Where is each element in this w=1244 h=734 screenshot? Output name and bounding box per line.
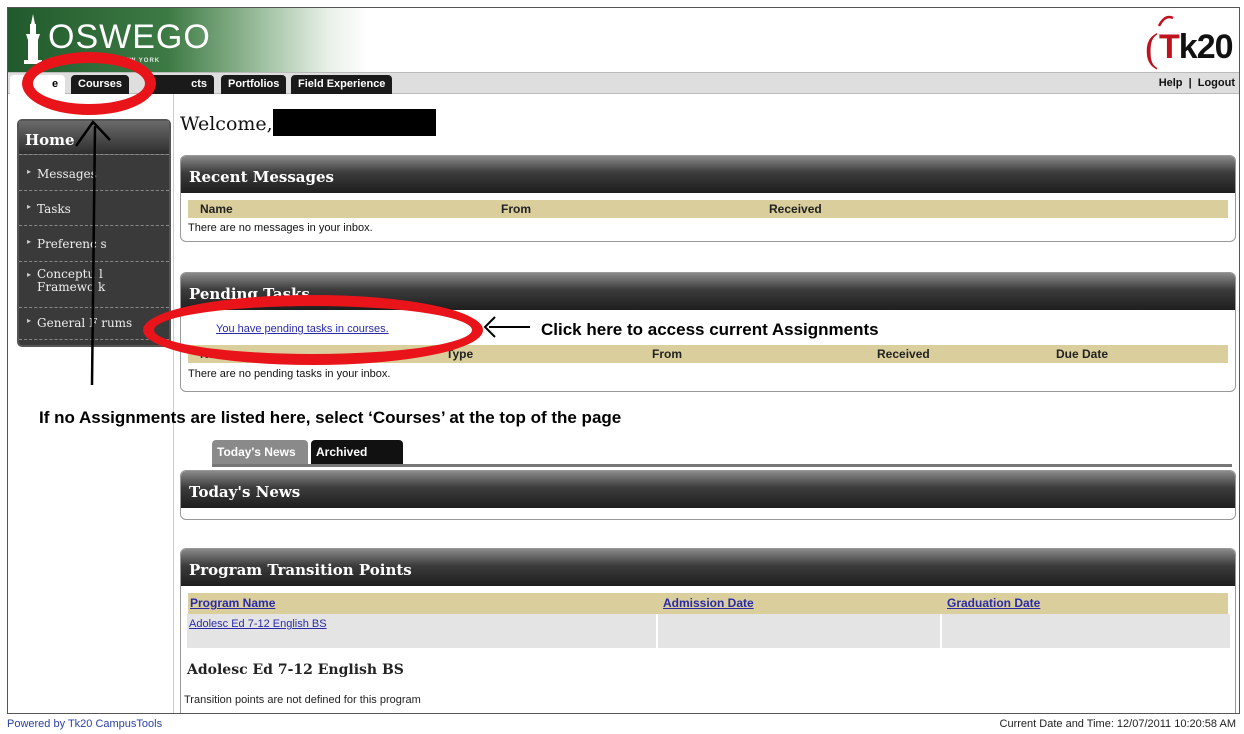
up-arrow-line xyxy=(90,125,97,386)
annotation-if-none: If no Assignments are listed here, selec… xyxy=(39,408,622,427)
annotation-click-here: Click here to access current Assignments xyxy=(541,320,879,339)
annotation-arrows xyxy=(74,120,530,386)
powered-by-link[interactable]: Powered by Tk20 CampusTools xyxy=(7,718,162,730)
up-arrow-head-icon xyxy=(74,120,111,147)
app-window: OSWEGO E UNIVERSITY OF NEW YORK ( Tk20 e… xyxy=(7,7,1240,714)
current-datetime: Current Date and Time: 12/07/2011 10:20:… xyxy=(999,718,1236,730)
